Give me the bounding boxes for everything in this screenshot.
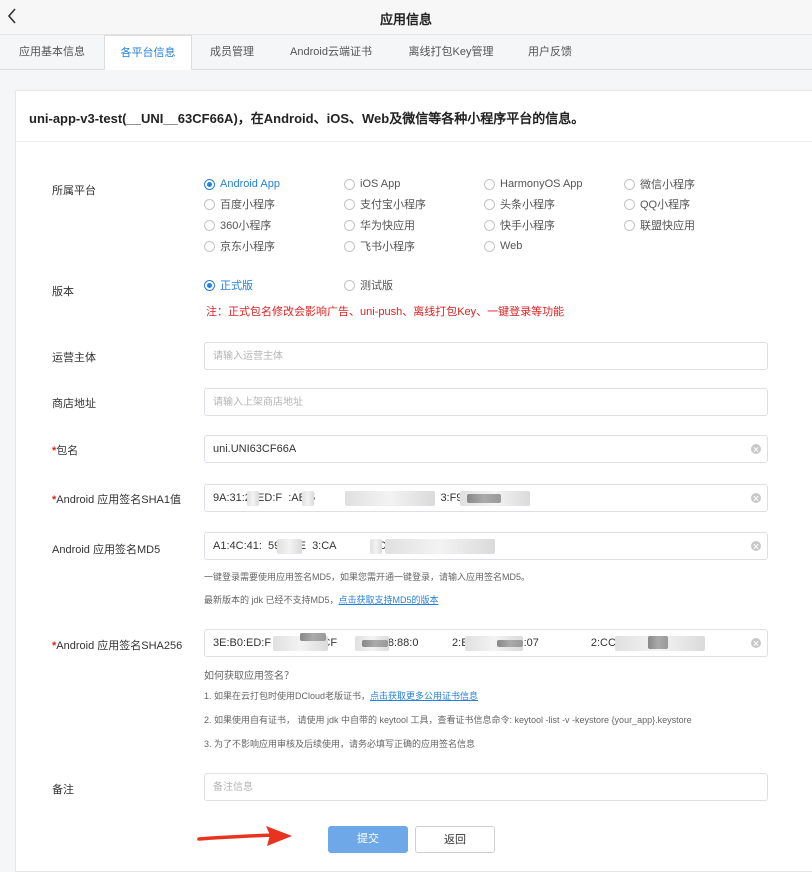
radio-dot [344,219,355,231]
remark-input[interactable] [205,774,741,800]
radio-release-version[interactable]: 正式版 [204,277,253,293]
tab-basic-info[interactable]: 应用基本信息 [0,35,104,69]
redaction [277,539,302,554]
radio-dot [204,279,215,291]
radio-dot [624,219,635,231]
radio-huawei-quickapp[interactable]: 华为快应用 [344,217,415,233]
radio-dot [204,240,215,252]
clear-icon[interactable] [751,541,761,551]
radio-toutiao-mp[interactable]: 头条小程序 [484,196,555,212]
package-name-input[interactable] [205,436,741,462]
redaction [467,494,501,503]
remark-label: 备注 [52,784,74,796]
redaction [345,491,435,506]
sha256-label: *Android 应用签名SHA256 [52,640,183,652]
redaction [300,633,326,641]
radio-360-mp[interactable]: 360小程序 [204,217,271,233]
radio-kuaishou-mp[interactable]: 快手小程序 [484,217,555,233]
platform-label: 所属平台 [52,185,96,197]
operator-input[interactable] [205,343,741,369]
md5-help-jdk: 最新版本的 jdk 已经不支持MD5，点击获取支持MD5的版本 [204,595,439,605]
radio-ios-app[interactable]: iOS App [344,176,400,192]
redaction [302,491,314,506]
md5-label: Android 应用签名MD5 [52,544,161,556]
radio-jd-mp[interactable]: 京东小程序 [204,238,275,254]
store-url-input[interactable] [205,389,741,415]
store-label: 商店地址 [52,398,96,410]
platform-info-card: uni-app-v3-test(__UNI__63CF66A)，在Android… [15,90,812,872]
version-warning: 注：正式包名修改会影响广告、uni-push、离线打包Key、一键登录等功能 [206,306,565,318]
radio-web[interactable]: Web [484,238,522,254]
redaction [497,640,523,647]
remark-field[interactable] [204,773,768,801]
how-to-get-signature: 如何获取应用签名？ [204,671,294,682]
tab-bar: 应用基本信息 各平台信息 成员管理 Android云端证书 离线打包Key管理 … [0,35,812,70]
help-step-1: 1. 如果在云打包时使用DCloud老版证书，点击获取更多公用证书信息 [204,691,479,701]
public-cert-link[interactable]: 点击获取更多公用证书信息 [370,691,478,701]
help-step-3: 3. 为了不影响应用审核及后续使用，请务必填写正确的应用签名信息 [204,739,476,749]
radio-dot [344,279,355,291]
radio-baidu-mp[interactable]: 百度小程序 [204,196,275,212]
clear-icon[interactable] [751,444,761,454]
tab-offline-key[interactable]: 离线打包Key管理 [390,35,512,69]
radio-dot [344,198,355,210]
operator-label: 运营主体 [52,352,96,364]
radio-dot [484,240,495,252]
radio-dot [484,178,495,190]
radio-dot [484,219,495,231]
back-button[interactable]: 返回 [415,826,495,853]
radio-feishu-mp[interactable]: 飞书小程序 [344,238,415,254]
radio-dot [344,240,355,252]
card-header: uni-app-v3-test(__UNI__63CF66A)，在Android… [16,91,812,142]
radio-android-app[interactable]: Android App [204,176,280,192]
sha1-field[interactable] [204,484,768,512]
radio-dot [484,198,495,210]
radio-dot [624,198,635,210]
clear-icon[interactable] [751,638,761,648]
tab-members[interactable]: 成员管理 [192,35,272,69]
page-title: 应用信息 [379,12,432,27]
radio-dot [204,198,215,210]
package-label: *包名 [52,445,79,457]
radio-wechat-mp[interactable]: 微信小程序 [624,176,695,192]
submit-button[interactable]: 提交 [328,826,408,853]
md5-help-text: 一键登录需要使用应用签名MD5，如果您需开通一键登录，请输入应用签名MD5。 [204,572,531,582]
redaction [648,636,668,649]
tab-feedback[interactable]: 用户反馈 [512,35,588,69]
md5-version-link[interactable]: 点击获取支持MD5的版本 [339,595,439,605]
help-step-2: 2. 如果使用自有证书， 请使用 jdk 中自带的 keytool 工具，查看证… [204,715,692,725]
store-field[interactable] [204,388,768,416]
radio-dot [344,178,355,190]
radio-dot [204,219,215,231]
radio-harmonyos-app[interactable]: HarmonyOS App [484,176,583,192]
tab-platform-info[interactable]: 各平台信息 [104,35,192,70]
redaction [362,640,388,647]
radio-union-quickapp[interactable]: 联盟快应用 [624,217,695,233]
radio-dot [624,178,635,190]
redaction [385,539,495,554]
clear-icon[interactable] [751,493,761,503]
radio-test-version[interactable]: 测试版 [344,277,393,293]
package-field[interactable] [204,435,768,463]
redaction [370,539,382,554]
redaction [247,491,259,506]
version-label: 版本 [52,286,74,298]
card-heading: uni-app-v3-test(__UNI__63CF66A)，在Android… [29,111,585,126]
top-bar: 应用信息 [0,0,812,35]
tab-android-cloud-cert[interactable]: Android云端证书 [272,35,390,69]
md5-field[interactable] [204,532,768,560]
radio-dot [204,178,215,190]
operator-field[interactable] [204,342,768,370]
sha256-field[interactable] [204,629,768,657]
arrow-annotation-icon [197,826,292,846]
sha1-label: *Android 应用签名SHA1值 [52,494,181,506]
radio-qq-mp[interactable]: QQ小程序 [624,196,690,212]
radio-alipay-mp[interactable]: 支付宝小程序 [344,196,426,212]
